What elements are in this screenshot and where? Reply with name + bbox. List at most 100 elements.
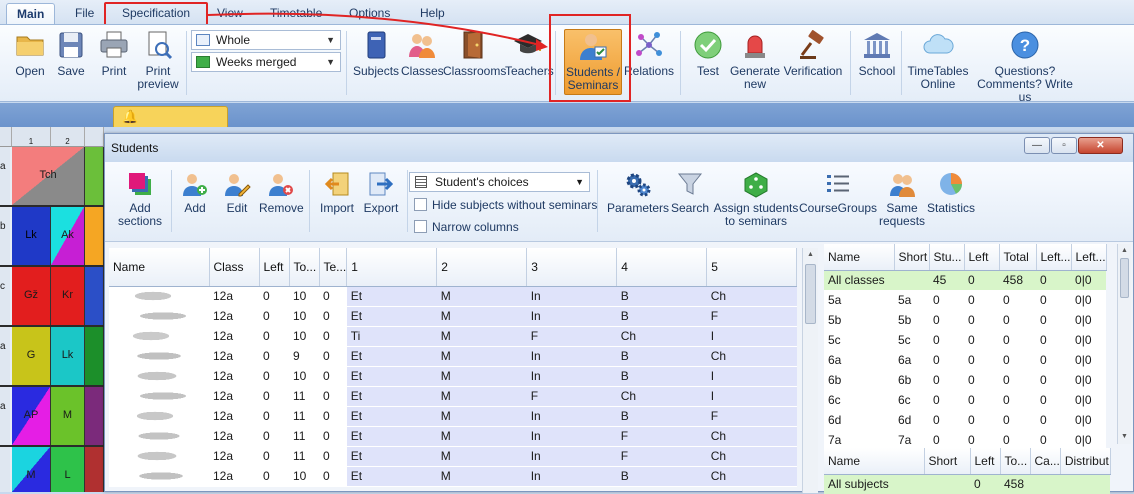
table-cell[interactable]: 0: [964, 410, 999, 430]
table-cell[interactable]: 0: [964, 370, 999, 390]
table-row[interactable]: 12a 0 11 0 Et M In F Ch: [109, 426, 797, 447]
table-cell[interactable]: 6b: [894, 370, 929, 390]
column-header-left[interactable]: Left: [964, 244, 1000, 271]
table-cell[interactable]: 0: [964, 430, 999, 450]
table-cell[interactable]: F: [706, 406, 797, 427]
table-cell[interactable]: 0|0: [1071, 430, 1107, 450]
table-row[interactable]: 12a 0 11 0 Et M In B F: [109, 406, 797, 427]
table-cell[interactable]: Ti: [346, 326, 437, 347]
table-cell[interactable]: Ch: [706, 446, 797, 467]
table-cell[interactable]: 11: [289, 386, 319, 407]
column-header-total[interactable]: Total: [999, 244, 1037, 271]
table-cell[interactable]: 0: [929, 350, 964, 370]
print-preview-button[interactable]: Print preview: [135, 29, 181, 91]
classes-button[interactable]: Classes: [401, 29, 444, 78]
tab-view[interactable]: View: [207, 3, 253, 24]
table-cell[interactable]: Et: [346, 406, 437, 427]
table-cell[interactable]: 10: [289, 366, 319, 387]
table-cell[interactable]: Et: [346, 446, 437, 467]
timetable-lesson[interactable]: Tch: [12, 147, 85, 205]
table-cell[interactable]: [924, 474, 970, 494]
column-header-4[interactable]: 4: [616, 248, 708, 287]
column-header-left-3[interactable]: Left...: [1071, 244, 1107, 271]
table-cell[interactable]: [109, 406, 209, 427]
table-cell[interactable]: 0: [999, 310, 1036, 330]
column-header-name[interactable]: Name: [824, 448, 925, 475]
table-cell[interactable]: 12a: [209, 386, 259, 407]
table-cell[interactable]: 0|0: [1071, 350, 1107, 370]
table-cell[interactable]: 0: [319, 306, 347, 327]
table-cell[interactable]: 0: [1036, 350, 1072, 370]
table-cell[interactable]: 458: [999, 270, 1036, 290]
scrollbar-thumb[interactable]: [1120, 258, 1129, 298]
table-cell[interactable]: 12a: [209, 406, 259, 427]
tab-timetable[interactable]: Timetable: [260, 3, 332, 24]
table-cell[interactable]: [894, 270, 929, 290]
add-sections-button[interactable]: Add sections: [113, 170, 167, 228]
table-cell[interactable]: Et: [346, 466, 437, 487]
table-cell[interactable]: F: [526, 386, 617, 407]
table-cell[interactable]: 0|0: [1071, 290, 1107, 310]
table-cell[interactable]: Ch: [706, 466, 797, 487]
table-cell[interactable]: 0: [999, 390, 1036, 410]
table-cell[interactable]: 11: [289, 426, 319, 447]
table-cell[interactable]: M: [436, 426, 527, 447]
close-button[interactable]: ✕: [1078, 137, 1123, 154]
table-cell[interactable]: In: [526, 446, 617, 467]
table-cell[interactable]: 0|0: [1071, 370, 1107, 390]
table-cell[interactable]: B: [616, 306, 707, 327]
table-cell[interactable]: 0: [1036, 330, 1072, 350]
tab-main[interactable]: Main: [6, 3, 56, 24]
table-cell[interactable]: 9: [289, 346, 319, 367]
timetable-lesson[interactable]: [85, 147, 104, 205]
table-cell[interactable]: 0: [259, 366, 289, 387]
table-cell[interactable]: All classes: [824, 270, 894, 290]
table-row[interactable]: 5c 5c 0 0 0 0 0|0: [824, 330, 1107, 350]
column-header-total[interactable]: To...: [1000, 448, 1031, 475]
table-cell[interactable]: Et: [346, 346, 437, 367]
table-cell[interactable]: Ch: [706, 346, 797, 367]
column-header-5[interactable]: 5: [706, 248, 798, 287]
assign-students-button[interactable]: Assign students to seminars: [711, 170, 801, 228]
table-cell[interactable]: 0: [999, 330, 1036, 350]
search-button[interactable]: Search: [669, 170, 711, 215]
table-row[interactable]: 12a 0 10 0 Et M In B Ch: [109, 286, 797, 307]
table-cell[interactable]: 0: [1036, 290, 1072, 310]
table-cell[interactable]: Et: [346, 286, 437, 307]
column-header-short[interactable]: Short: [924, 448, 971, 475]
table-cell[interactable]: 0: [1036, 310, 1072, 330]
table-cell[interactable]: Et: [346, 366, 437, 387]
table-cell[interactable]: B: [616, 346, 707, 367]
table-cell[interactable]: 0: [929, 290, 964, 310]
table-cell[interactable]: In: [526, 346, 617, 367]
table-cell[interactable]: In: [526, 286, 617, 307]
column-header-short[interactable]: Short: [894, 244, 930, 271]
tab-options[interactable]: Options: [339, 3, 400, 24]
classrooms-button[interactable]: Classrooms: [443, 29, 506, 78]
timetable-lesson[interactable]: [85, 387, 104, 445]
table-cell[interactable]: 5b: [824, 310, 894, 330]
print-button[interactable]: Print: [95, 29, 133, 78]
timetable-lesson[interactable]: G: [12, 327, 51, 385]
table-cell[interactable]: 6d: [894, 410, 929, 430]
table-cell[interactable]: 0: [964, 390, 999, 410]
timetable-lesson[interactable]: M: [51, 387, 85, 445]
table-cell[interactable]: 7a: [894, 430, 929, 450]
table-row[interactable]: 12a 0 10 0 Et M In B I: [109, 366, 797, 387]
timetable-lesson[interactable]: Gž: [12, 267, 51, 325]
table-cell[interactable]: [109, 446, 209, 467]
table-cell[interactable]: 0: [964, 350, 999, 370]
table-cell[interactable]: 0: [259, 446, 289, 467]
add-button[interactable]: Add: [177, 170, 213, 215]
table-cell[interactable]: 0: [1036, 430, 1072, 450]
table-row[interactable]: 12a 0 10 0 Et M In B Ch: [109, 466, 797, 487]
table-cell[interactable]: 0: [929, 430, 964, 450]
table-cell[interactable]: Ch: [616, 386, 707, 407]
table-cell[interactable]: 0: [1036, 270, 1072, 290]
statistics-button[interactable]: Statistics: [927, 170, 975, 215]
open-button[interactable]: Open: [10, 29, 50, 78]
table-cell[interactable]: All subjects: [824, 474, 924, 494]
table-cell[interactable]: M: [436, 446, 527, 467]
table-cell[interactable]: [109, 466, 209, 487]
timetables-online-button[interactable]: TimeTables Online: [906, 29, 970, 91]
